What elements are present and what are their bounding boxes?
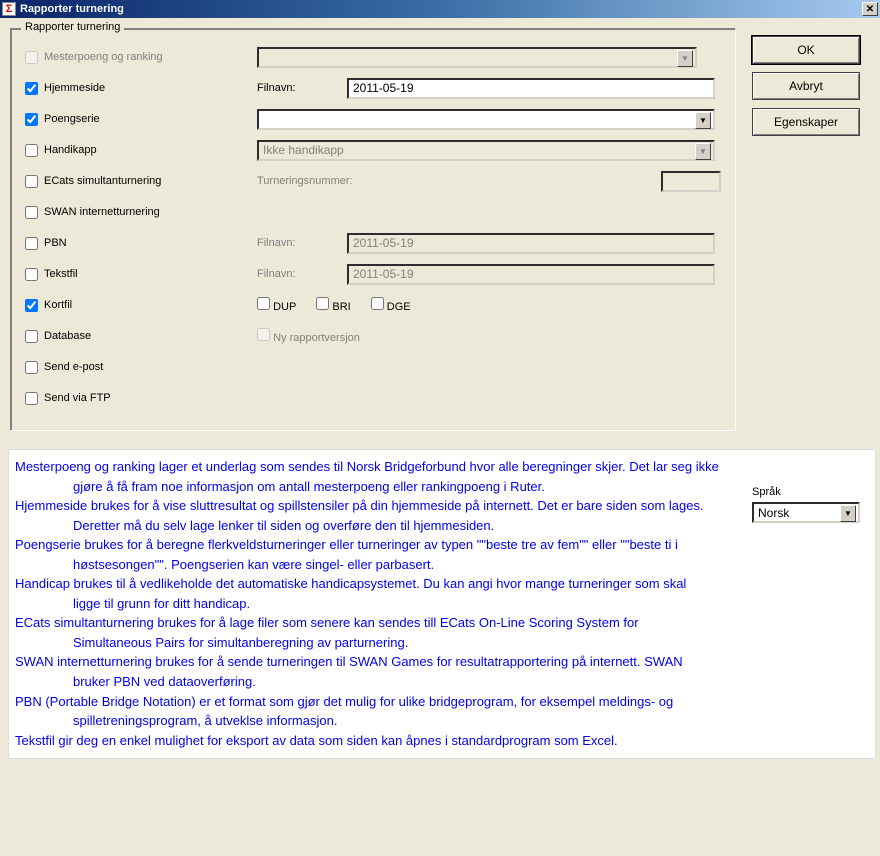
help-line: Poengserie brukes for å beregne flerkvel… (15, 536, 869, 554)
email-label: Send e-post (44, 361, 103, 373)
help-line: Simultaneous Pairs for simultanberegning… (15, 634, 869, 652)
masterpoints-label: Mesterpoeng og ranking (44, 51, 163, 63)
homepage-checkbox[interactable] (25, 82, 38, 95)
ftp-label: Send via FTP (44, 392, 111, 404)
textfile-label: Tekstfil (44, 268, 78, 280)
handicap-checkbox[interactable] (25, 144, 38, 157)
pbn-filename-input (347, 233, 715, 254)
help-line: ligge til grunn for ditt handicap. (15, 595, 869, 613)
help-line: gjøre å få fram noe informasjon om antal… (15, 478, 869, 496)
language-combo[interactable]: Norsk ▼ (752, 502, 860, 523)
language-block: Språk Norsk ▼ (752, 486, 862, 523)
help-line: PBN (Portable Bridge Notation) er et for… (15, 693, 869, 711)
help-line: Hjemmeside brukes for å vise sluttresult… (15, 497, 869, 515)
help-line: bruker PBN ved dataoverføring. (15, 673, 869, 691)
dge-checkbox[interactable] (371, 297, 384, 310)
series-label: Poengserie (44, 113, 100, 125)
series-combo[interactable]: ▼ (257, 109, 715, 130)
dialog-body: Rapporter turnering Mesterpoeng og ranki… (0, 18, 880, 767)
help-line: spilletreningsprogram, å utveklse inform… (15, 712, 869, 730)
textfile-filename-label: Filnavn: (257, 268, 347, 280)
handicap-label: Handikapp (44, 144, 97, 156)
pbn-label: PBN (44, 237, 67, 249)
textfile-filename-input (347, 264, 715, 285)
chevron-down-icon: ▼ (695, 143, 711, 160)
homepage-filename-label: Filnavn: (257, 82, 347, 94)
bri-checkbox[interactable] (316, 297, 329, 310)
help-line: høstsesongen"". Poengserien kan være sin… (15, 556, 869, 574)
help-line: Handicap brukes til å vedlikeholde det a… (15, 575, 869, 593)
newreport-checkbox (257, 328, 270, 341)
newreport-label: Ny rapportversjon (273, 332, 360, 344)
dge-label: DGE (387, 301, 411, 313)
swan-label: SWAN internetturnering (44, 206, 160, 218)
ecats-number-label: Turneringsnummer: (257, 175, 417, 187)
dup-label: DUP (273, 301, 296, 313)
report-tournament-group: Rapporter turnering Mesterpoeng og ranki… (10, 28, 736, 431)
chevron-down-icon[interactable]: ▼ (840, 505, 856, 522)
homepage-label: Hjemmeside (44, 82, 105, 94)
titlebar: Σ Rapporter turnering ✕ (0, 0, 880, 18)
pbn-checkbox[interactable] (25, 237, 38, 250)
properties-button[interactable]: Egenskaper (752, 108, 860, 136)
language-value: Norsk (758, 506, 789, 520)
database-label: Database (44, 330, 91, 342)
help-line: Mesterpoeng og ranking lager et underlag… (15, 458, 869, 476)
masterpoints-checkbox (25, 51, 38, 64)
textfile-checkbox[interactable] (25, 268, 38, 281)
group-legend: Rapporter turnering (21, 21, 124, 33)
chevron-down-icon[interactable]: ▼ (695, 112, 711, 129)
help-line: ECats simultanturnering brukes for å lag… (15, 614, 869, 632)
ok-button[interactable]: OK (752, 36, 860, 64)
handicap-combo-value: Ikke handikapp (263, 143, 344, 157)
help-text-panel: Mesterpoeng og ranking lager et underlag… (8, 449, 876, 759)
help-line: Tekstfil gir deg en enkel mulighet for e… (15, 732, 869, 750)
bri-label: BRI (332, 301, 350, 313)
handicap-combo: Ikke handikapp ▼ (257, 140, 715, 161)
app-icon: Σ (2, 2, 16, 16)
window-title: Rapporter turnering (20, 3, 124, 15)
series-checkbox[interactable] (25, 113, 38, 126)
database-checkbox[interactable] (25, 330, 38, 343)
homepage-filename-input[interactable] (347, 78, 715, 99)
swan-checkbox[interactable] (25, 206, 38, 219)
help-line: SWAN internetturnering brukes for å send… (15, 653, 869, 671)
right-button-panel: OK Avbryt Egenskaper (736, 22, 870, 136)
cardfile-label: Kortfil (44, 299, 72, 311)
dup-checkbox[interactable] (257, 297, 270, 310)
help-line: Deretter må du selv lage lenker til side… (15, 517, 869, 535)
pbn-filename-label: Filnavn: (257, 237, 347, 249)
cancel-button[interactable]: Avbryt (752, 72, 860, 100)
ecats-number-input (661, 171, 721, 192)
masterpoints-combo: ▼ (257, 47, 697, 68)
language-label: Språk (752, 486, 862, 498)
close-icon[interactable]: ✕ (862, 2, 878, 16)
email-checkbox[interactable] (25, 361, 38, 374)
ecats-checkbox[interactable] (25, 175, 38, 188)
ecats-label: ECats simultanturnering (44, 175, 161, 187)
ftp-checkbox[interactable] (25, 392, 38, 405)
chevron-down-icon: ▼ (677, 50, 693, 67)
cardfile-checkbox[interactable] (25, 299, 38, 312)
